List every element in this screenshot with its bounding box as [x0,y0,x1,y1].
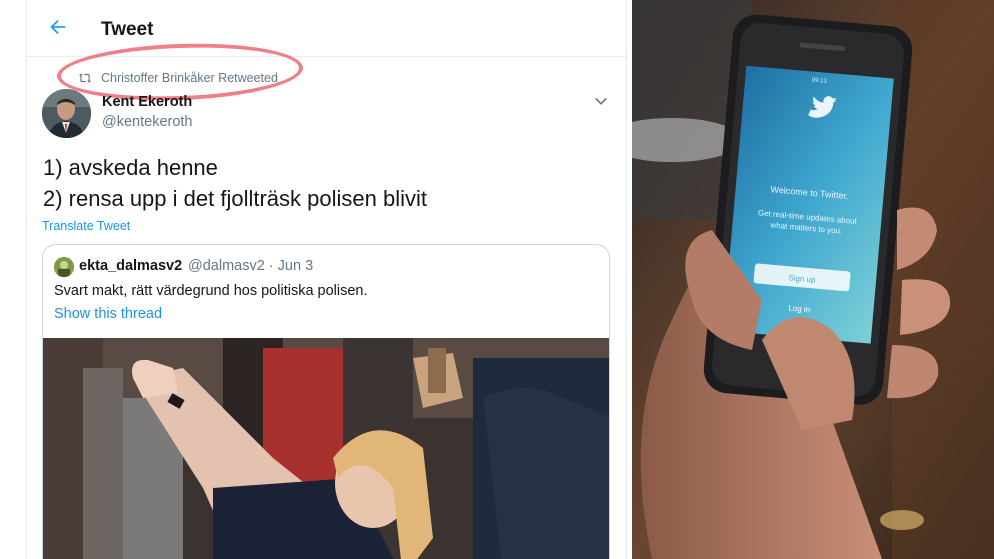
column-border-left [26,0,27,559]
svg-text:Log in: Log in [788,303,810,314]
hand-holding-phone-photo: Welcome to Twitter. Get real-time update… [632,0,994,559]
author-handle[interactable]: @kentekeroth [102,114,193,130]
column-border-right [626,0,627,559]
tweet-text-line-2: 2) rensa upp i det fjollträsk polisen bl… [43,186,427,211]
author-name[interactable]: Kent Ekeroth [102,94,192,110]
back-arrow-icon[interactable] [47,16,69,38]
quoted-author-avatar [54,257,74,277]
author-avatar-image [42,89,91,138]
author-avatar[interactable] [42,89,91,138]
quoted-tweet-card[interactable]: ekta_dalmasv2 @dalmasv2 · Jun 3 Svart ma… [42,244,610,559]
quoted-tweet-photo[interactable] [43,338,609,559]
tweet-text-line-1: 1) avskeda henne [43,155,218,180]
tweet-header: Tweet [27,0,626,57]
page-title: Tweet [101,19,154,40]
protest-photo [43,338,609,559]
chevron-down-icon[interactable] [593,93,609,109]
phone-photo-panel: Welcome to Twitter. Get real-time update… [632,0,994,559]
translate-tweet-link[interactable]: Translate Tweet [42,219,130,233]
show-thread-link[interactable]: Show this thread [54,306,162,322]
quoted-author-meta: @dalmasv2 · Jun 3 [188,258,314,274]
tweet-screenshot-panel: Tweet Christoffer Brinkåker Retweeted Ke… [0,0,632,559]
quoted-tweet-text: Svart makt, rätt värdegrund hos politisk… [54,283,368,299]
quoted-author-name: ekta_dalmasv2 [79,258,183,274]
